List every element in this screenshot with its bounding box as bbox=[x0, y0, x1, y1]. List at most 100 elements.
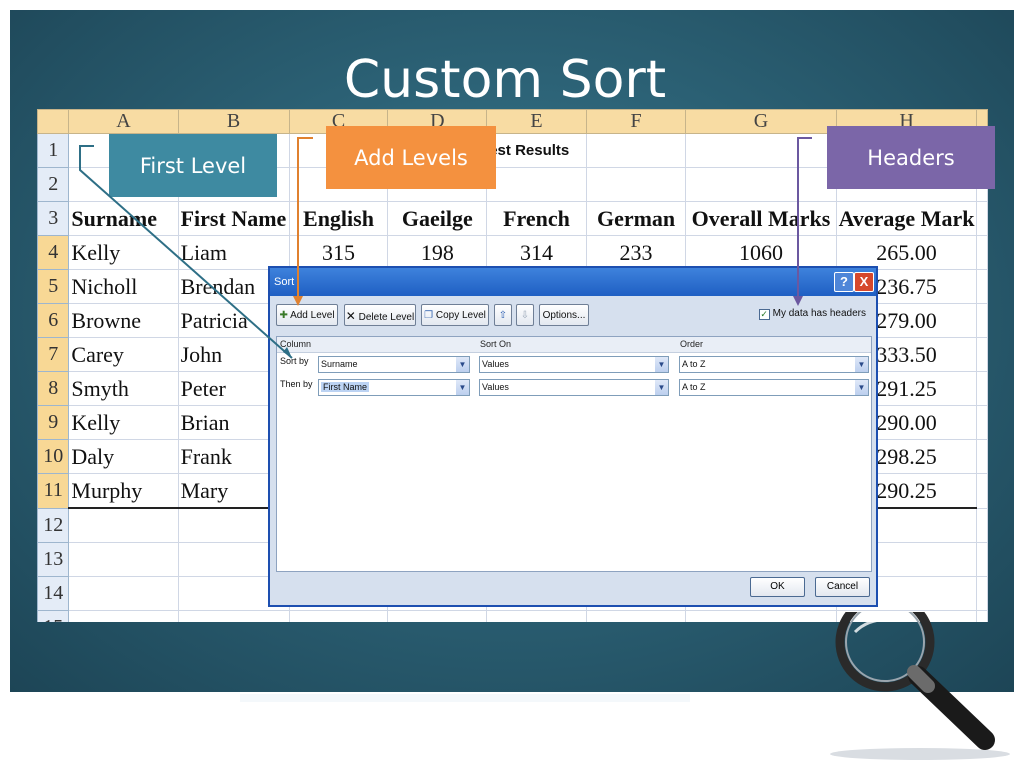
row-header[interactable]: 10 bbox=[37, 439, 70, 474]
column-select[interactable]: First Name ▼ bbox=[318, 379, 470, 396]
sort-level-row[interactable]: Then by First Name ▼ Values ▼ A to Z ▼ bbox=[277, 377, 871, 399]
column-header[interactable]: B bbox=[177, 109, 290, 134]
cell[interactable] bbox=[486, 610, 587, 622]
cell bbox=[976, 542, 988, 577]
data-cell[interactable]: 315 bbox=[288, 235, 389, 270]
sort-level-label: Sort by bbox=[280, 356, 309, 366]
column-header[interactable]: E bbox=[486, 109, 587, 134]
header-cell[interactable]: Gaeilge bbox=[387, 201, 488, 236]
header-cell[interactable]: Overall Marks bbox=[685, 201, 837, 236]
data-cell[interactable]: 265.00 bbox=[835, 235, 978, 270]
move-up-icon[interactable]: ⇧ bbox=[494, 304, 512, 326]
cell[interactable] bbox=[685, 133, 837, 168]
cell[interactable] bbox=[585, 133, 687, 168]
cell[interactable] bbox=[288, 610, 389, 622]
data-cell[interactable]: 198 bbox=[387, 235, 488, 270]
row-header[interactable]: 6 bbox=[37, 303, 70, 338]
sort-level-row[interactable]: Sort by Surname ▼ Values ▼ A to Z ▼ bbox=[277, 354, 871, 376]
row-header[interactable]: 9 bbox=[37, 405, 70, 440]
data-cell[interactable]: Smyth bbox=[68, 371, 179, 406]
column-header[interactable]: A bbox=[68, 109, 179, 134]
row-header[interactable]: 7 bbox=[37, 337, 70, 372]
order-select[interactable]: A to Z ▼ bbox=[679, 356, 869, 373]
row-header[interactable]: 2 bbox=[37, 167, 70, 202]
row-header[interactable]: 5 bbox=[37, 269, 70, 304]
copy-level-button[interactable]: ❐ Copy Level bbox=[421, 304, 489, 326]
close-icon[interactable]: X bbox=[854, 272, 874, 292]
help-icon[interactable]: ? bbox=[834, 272, 854, 292]
sheet-title-cell[interactable]: est Results bbox=[486, 133, 587, 168]
cell[interactable] bbox=[486, 167, 587, 202]
dropdown-arrow-icon[interactable]: ▼ bbox=[855, 357, 868, 372]
column-header[interactable]: G bbox=[685, 109, 837, 134]
cell[interactable] bbox=[68, 576, 179, 611]
cell[interactable] bbox=[68, 542, 179, 577]
row-header[interactable]: 13 bbox=[37, 542, 70, 577]
cell[interactable] bbox=[68, 507, 179, 543]
column-header[interactable]: F bbox=[585, 109, 687, 134]
data-cell[interactable]: Murphy bbox=[68, 473, 179, 509]
data-cell[interactable]: Browne bbox=[68, 303, 179, 338]
cell[interactable] bbox=[177, 610, 290, 622]
my-data-has-headers-checkbox[interactable]: ✓ My data has headers bbox=[758, 308, 866, 320]
cancel-button[interactable]: Cancel bbox=[815, 577, 870, 597]
header-cell[interactable]: English bbox=[288, 201, 389, 236]
ok-button[interactable]: OK bbox=[750, 577, 805, 597]
sort-on-select[interactable]: Values ▼ bbox=[479, 356, 669, 373]
row-header[interactable]: 1 bbox=[37, 133, 70, 168]
table-row: 4 Kelly Liam 315 198 314 233 1060 265.00 bbox=[37, 235, 988, 270]
dialog-titlebar[interactable]: Sort ? X bbox=[270, 268, 876, 296]
row-header[interactable]: 12 bbox=[37, 507, 70, 543]
add-level-icon: ✚ bbox=[279, 310, 288, 321]
data-cell[interactable]: Nicholl bbox=[68, 269, 179, 304]
list-header: Column Sort On Order bbox=[277, 337, 871, 353]
cell[interactable] bbox=[68, 610, 179, 622]
data-cell[interactable]: Daly bbox=[68, 439, 179, 474]
options-button[interactable]: Options... bbox=[539, 304, 589, 326]
row-header[interactable]: 3 bbox=[37, 201, 70, 236]
add-level-button[interactable]: ✚ Add Level bbox=[276, 304, 338, 326]
first-level-callout: First Level bbox=[109, 134, 277, 197]
row-header[interactable]: 11 bbox=[37, 473, 70, 509]
row-header[interactable]: 15 bbox=[37, 610, 70, 622]
dropdown-arrow-icon[interactable]: ▼ bbox=[655, 357, 668, 372]
select-all-corner[interactable] bbox=[37, 109, 70, 134]
column-select[interactable]: Surname ▼ bbox=[318, 356, 470, 373]
dropdown-arrow-icon[interactable]: ▼ bbox=[655, 380, 668, 395]
dropdown-arrow-icon[interactable]: ▼ bbox=[456, 380, 469, 395]
cell[interactable] bbox=[585, 610, 687, 622]
header-cell[interactable]: Average Mark bbox=[835, 201, 978, 236]
header-cell[interactable]: French bbox=[486, 201, 587, 236]
data-cell[interactable]: 1060 bbox=[685, 235, 837, 270]
row-header[interactable]: 14 bbox=[37, 576, 70, 611]
cell bbox=[976, 439, 988, 474]
data-cell[interactable]: Carey bbox=[68, 337, 179, 372]
row-header[interactable]: 4 bbox=[37, 235, 70, 270]
row-header[interactable]: 8 bbox=[37, 371, 70, 406]
header-cell[interactable]: German bbox=[585, 201, 687, 236]
magnifier-icon bbox=[830, 612, 1010, 760]
data-cell[interactable]: 233 bbox=[585, 235, 687, 270]
sort-on-select[interactable]: Values ▼ bbox=[479, 379, 669, 396]
data-cell[interactable]: Kelly bbox=[68, 235, 179, 270]
move-down-icon[interactable]: ⇩ bbox=[516, 304, 534, 326]
header-cell[interactable]: First Name bbox=[177, 201, 290, 236]
data-cell[interactable]: 314 bbox=[486, 235, 587, 270]
sort-dialog[interactable]: Sort ? X ✚ Add Level ✕ Delete Level ❐ Co… bbox=[268, 266, 878, 607]
sort-levels-list[interactable]: Column Sort On Order Sort by Surname ▼ V… bbox=[276, 336, 872, 572]
add-levels-callout: Add Levels bbox=[326, 126, 496, 189]
cell[interactable] bbox=[585, 167, 687, 202]
cell[interactable] bbox=[387, 610, 488, 622]
order-select[interactable]: A to Z ▼ bbox=[679, 379, 869, 396]
checkbox-check-icon: ✓ bbox=[758, 309, 770, 320]
dropdown-arrow-icon[interactable]: ▼ bbox=[456, 357, 469, 372]
cell[interactable] bbox=[685, 167, 837, 202]
slide-shadow bbox=[240, 694, 690, 702]
dropdown-arrow-icon[interactable]: ▼ bbox=[855, 380, 868, 395]
slide-title: Custom Sort bbox=[343, 50, 667, 110]
data-cell[interactable]: Liam bbox=[177, 235, 290, 270]
data-cell[interactable]: Kelly bbox=[68, 405, 179, 440]
cell bbox=[976, 201, 988, 236]
header-cell[interactable]: Surname bbox=[68, 201, 179, 236]
delete-level-button[interactable]: ✕ Delete Level bbox=[344, 304, 416, 326]
